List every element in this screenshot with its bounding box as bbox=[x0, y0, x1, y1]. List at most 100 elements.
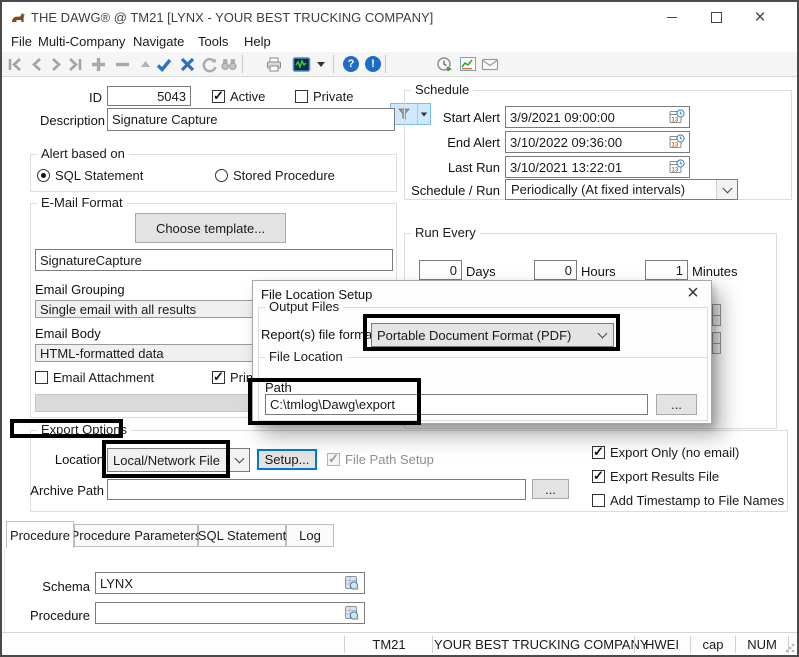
end-alert-label: End Alert bbox=[400, 135, 500, 150]
report-format-label: Report(s) file format bbox=[261, 327, 376, 342]
run-every-days-field[interactable]: 0 bbox=[419, 260, 462, 280]
export-results-checkbox[interactable]: Export Results File bbox=[592, 469, 719, 484]
find-icon[interactable] bbox=[219, 54, 239, 74]
location-combo[interactable]: Local/Network File bbox=[107, 448, 250, 472]
console-menu-icon[interactable] bbox=[314, 54, 328, 74]
choose-template-button[interactable]: Choose template... bbox=[135, 213, 286, 243]
lookup-icon[interactable] bbox=[344, 575, 360, 591]
app-dog-icon bbox=[10, 9, 27, 26]
last-record-icon[interactable] bbox=[65, 54, 85, 74]
active-checkbox[interactable]: Active bbox=[212, 89, 265, 104]
print-checkbox[interactable]: Print bbox=[212, 370, 257, 385]
minimize-button[interactable] bbox=[657, 6, 687, 28]
toolbar-separator bbox=[385, 55, 386, 73]
help-icon[interactable] bbox=[341, 54, 361, 74]
spinner-control[interactable] bbox=[712, 304, 721, 326]
cancel-icon[interactable] bbox=[177, 54, 197, 74]
status-company-name: YOUR BEST TRUCKING COMPANY bbox=[434, 637, 632, 652]
start-alert-label: Start Alert bbox=[400, 110, 500, 125]
add-record-icon[interactable] bbox=[88, 54, 108, 74]
start-alert-field[interactable]: 3/9/2021 09:00:00 13 bbox=[505, 106, 690, 128]
file-location-setup-dialog: File Location Setup Output Files Report(… bbox=[252, 280, 712, 424]
status-separator bbox=[634, 636, 635, 653]
schema-field[interactable]: LYNX bbox=[95, 572, 365, 594]
tab-procedure[interactable]: Procedure bbox=[6, 521, 74, 548]
toolbar bbox=[2, 52, 797, 77]
description-field[interactable]: Signature Capture bbox=[107, 108, 395, 131]
private-checkbox[interactable]: Private bbox=[295, 89, 353, 104]
template-field[interactable]: SignatureCapture bbox=[35, 249, 393, 271]
archive-browse-button[interactable]: ... bbox=[532, 479, 569, 499]
menu-tools[interactable]: Tools bbox=[198, 34, 228, 49]
previous-record-icon[interactable] bbox=[26, 54, 46, 74]
email-body-label: Email Body bbox=[35, 326, 101, 341]
date-picker-icon[interactable]: 13 bbox=[669, 134, 685, 150]
description-label: Description bbox=[40, 113, 104, 128]
procedure-field[interactable] bbox=[95, 602, 365, 624]
tab-sql-statement[interactable]: SQL Statement bbox=[198, 524, 286, 547]
minutes-label: Minutes bbox=[692, 264, 738, 279]
id-label: ID bbox=[62, 90, 102, 105]
date-picker-icon[interactable]: 13 bbox=[669, 109, 685, 125]
svg-text:13: 13 bbox=[672, 143, 679, 149]
spinner-control[interactable] bbox=[712, 332, 721, 354]
chart-icon[interactable] bbox=[458, 54, 478, 74]
path-field[interactable]: C:\tmlog\Dawg\export bbox=[265, 394, 648, 415]
add-timestamp-checkbox[interactable]: Add Timestamp to File Names bbox=[592, 493, 784, 508]
resize-grip[interactable] bbox=[785, 643, 795, 653]
end-alert-field[interactable]: 3/10/2022 09:36:00 13 bbox=[505, 131, 690, 153]
email-attachment-checkbox[interactable]: Email Attachment bbox=[35, 370, 154, 385]
menu-bar: File Multi-Company Navigate Tools Help bbox=[2, 33, 797, 52]
run-every-hours-field[interactable]: 0 bbox=[534, 260, 577, 280]
file-path-setup-checkbox: File Path Setup bbox=[327, 452, 434, 467]
stored-procedure-radio[interactable]: Stored Procedure bbox=[215, 168, 335, 183]
setup-button[interactable]: Setup... bbox=[257, 449, 317, 470]
sql-statement-radio[interactable]: SQL Statement bbox=[37, 168, 143, 183]
close-button[interactable] bbox=[745, 6, 775, 28]
schedule-run-combo[interactable]: Periodically (At fixed intervals) bbox=[505, 179, 738, 200]
path-browse-button[interactable]: ... bbox=[656, 394, 697, 415]
status-separator bbox=[432, 636, 433, 653]
print-icon[interactable] bbox=[264, 54, 284, 74]
collapse-icon[interactable] bbox=[135, 54, 155, 74]
procedure-label: Procedure bbox=[25, 608, 90, 623]
menu-file[interactable]: File bbox=[11, 34, 32, 49]
archive-path-field[interactable] bbox=[107, 479, 526, 500]
console-icon[interactable] bbox=[291, 54, 311, 74]
title-bar: THE DAWG® @ TM21 [LYNX - YOUR BEST TRUCK… bbox=[2, 2, 797, 33]
menu-multi-company[interactable]: Multi-Company bbox=[38, 34, 125, 49]
date-picker-icon[interactable]: 13 bbox=[669, 159, 685, 175]
status-user: HWEI bbox=[636, 637, 688, 652]
schedule-icon[interactable] bbox=[435, 54, 455, 74]
archive-path-label: Archive Path bbox=[30, 483, 104, 498]
menu-navigate[interactable]: Navigate bbox=[133, 34, 184, 49]
next-record-icon[interactable] bbox=[46, 54, 66, 74]
menu-help[interactable]: Help bbox=[244, 34, 271, 49]
export-only-checkbox[interactable]: Export Only (no email) bbox=[592, 445, 739, 460]
svg-text:13: 13 bbox=[672, 168, 679, 174]
tab-procedure-parameters[interactable]: Procedure Parameters bbox=[74, 524, 198, 547]
status-num-indicator: NUM bbox=[737, 637, 787, 652]
last-run-field[interactable]: 3/10/2021 13:22:01 13 bbox=[505, 156, 690, 178]
about-icon[interactable] bbox=[363, 54, 383, 74]
save-icon[interactable] bbox=[154, 54, 174, 74]
delete-record-icon[interactable] bbox=[112, 54, 132, 74]
id-field[interactable]: 5043 bbox=[107, 86, 191, 106]
toolbar-separator bbox=[333, 55, 334, 73]
status-separator bbox=[690, 636, 691, 653]
tab-log[interactable]: Log bbox=[286, 524, 334, 547]
location-label: Location bbox=[42, 452, 104, 467]
maximize-button[interactable] bbox=[701, 6, 731, 28]
refresh-icon[interactable] bbox=[199, 54, 219, 74]
dialog-close-icon[interactable] bbox=[681, 283, 705, 303]
lookup-icon[interactable] bbox=[344, 605, 360, 621]
schedule-run-label: Schedule / Run bbox=[400, 183, 500, 198]
hours-label: Hours bbox=[581, 264, 616, 279]
chevron-down-icon bbox=[716, 180, 737, 199]
report-format-combo[interactable]: Portable Document Format (PDF) bbox=[371, 323, 614, 347]
first-record-icon[interactable] bbox=[4, 54, 24, 74]
app-window: THE DAWG® @ TM21 [LYNX - YOUR BEST TRUCK… bbox=[0, 0, 799, 657]
run-every-minutes-field[interactable]: 1 bbox=[645, 260, 688, 280]
email-icon[interactable] bbox=[480, 54, 500, 74]
chevron-down-icon bbox=[228, 449, 249, 471]
